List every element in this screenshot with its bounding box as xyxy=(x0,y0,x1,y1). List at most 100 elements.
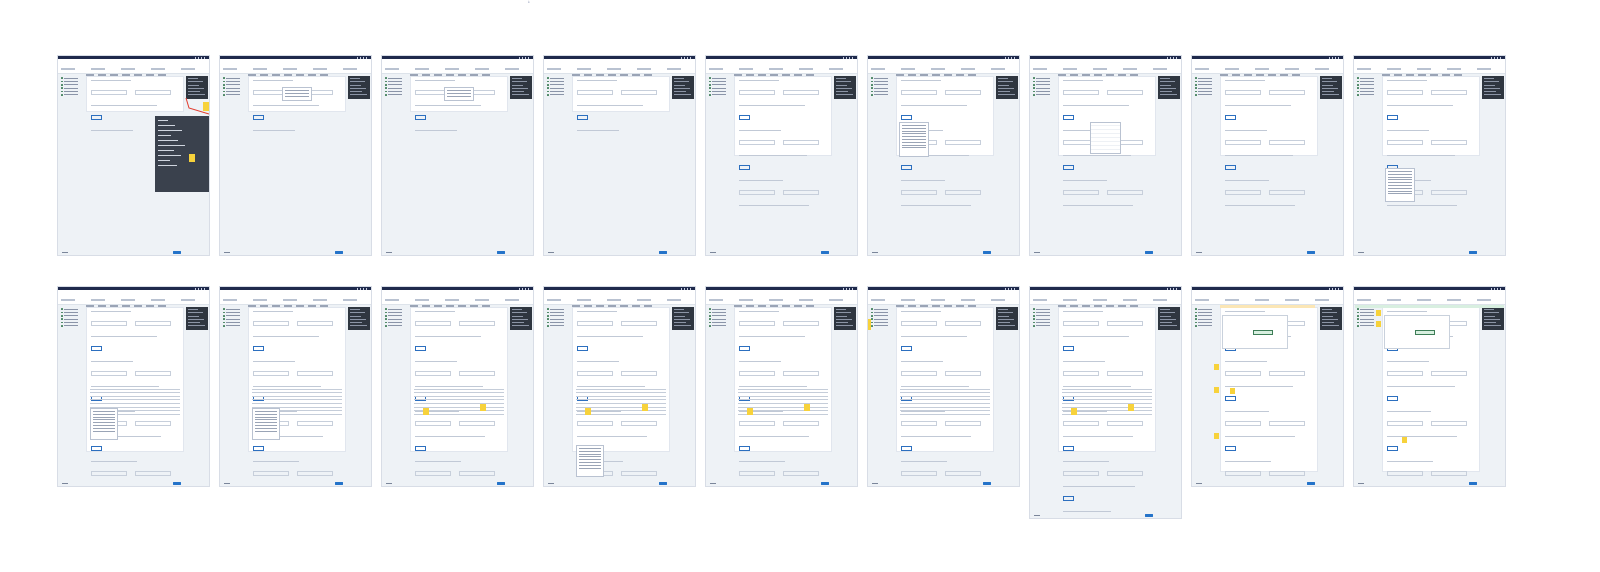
form-button[interactable] xyxy=(1225,115,1236,120)
sidebar-item[interactable] xyxy=(1033,311,1057,314)
form-button[interactable] xyxy=(415,346,426,351)
next-button[interactable] xyxy=(1469,251,1477,254)
dropdown-option[interactable] xyxy=(902,130,926,132)
form-button[interactable] xyxy=(91,115,102,120)
dropdown-option[interactable] xyxy=(1388,176,1412,178)
sidebar-item[interactable] xyxy=(1357,77,1381,79)
form-button[interactable] xyxy=(577,115,588,120)
form-input[interactable] xyxy=(297,371,333,376)
form-input[interactable] xyxy=(91,90,127,95)
sidebar-item[interactable] xyxy=(223,77,247,79)
dropdown-option[interactable] xyxy=(447,90,471,91)
dropdown-menu[interactable] xyxy=(90,408,118,440)
sidebar-item[interactable] xyxy=(709,90,733,93)
sidebar-item[interactable] xyxy=(223,80,247,83)
footer-back-link[interactable] xyxy=(386,252,392,253)
form-input[interactable] xyxy=(901,321,937,326)
footer-back-link[interactable] xyxy=(224,483,230,484)
form-input[interactable] xyxy=(297,471,333,476)
sidebar-item[interactable] xyxy=(547,87,571,89)
sidebar-item[interactable] xyxy=(709,80,733,83)
dropdown-option[interactable] xyxy=(902,141,926,143)
form-input[interactable] xyxy=(577,321,613,326)
sidebar-item[interactable] xyxy=(61,314,85,317)
footer-back-link[interactable] xyxy=(710,252,716,253)
sidebar-item[interactable] xyxy=(61,321,85,324)
sidebar-item[interactable] xyxy=(1357,94,1381,96)
sidebar-item[interactable] xyxy=(871,325,895,327)
dropdown-option[interactable] xyxy=(93,413,115,415)
dropdown-option[interactable] xyxy=(579,464,601,466)
form-input[interactable] xyxy=(135,90,171,95)
form-input[interactable] xyxy=(1431,90,1467,95)
sidebar-item[interactable] xyxy=(1195,308,1219,310)
form-button[interactable] xyxy=(415,115,426,120)
next-button[interactable] xyxy=(1145,514,1153,517)
next-button[interactable] xyxy=(1469,482,1477,485)
form-button[interactable] xyxy=(739,115,750,120)
footer-back-link[interactable] xyxy=(872,483,878,484)
sidebar-item[interactable] xyxy=(871,87,895,89)
sidebar-item[interactable] xyxy=(223,87,247,89)
sidebar-item[interactable] xyxy=(223,308,247,310)
sidebar-item[interactable] xyxy=(61,311,85,314)
dropdown-option[interactable] xyxy=(579,461,601,463)
form-input[interactable] xyxy=(945,371,981,376)
form-input[interactable] xyxy=(297,421,333,426)
form-input[interactable] xyxy=(297,321,333,326)
sidebar-item[interactable] xyxy=(547,80,571,83)
next-button[interactable] xyxy=(983,482,991,485)
next-button[interactable] xyxy=(173,251,181,254)
dropdown-option[interactable] xyxy=(285,90,309,91)
next-button[interactable] xyxy=(1145,251,1153,254)
sidebar-item[interactable] xyxy=(1357,90,1381,93)
footer-back-link[interactable] xyxy=(1034,252,1040,253)
form-input[interactable] xyxy=(1431,140,1467,145)
sidebar-item[interactable] xyxy=(223,94,247,96)
sidebar-item[interactable] xyxy=(709,94,733,96)
form-button[interactable] xyxy=(1225,446,1236,451)
form-input[interactable] xyxy=(1269,90,1305,95)
form-input[interactable] xyxy=(783,371,819,376)
sidebar-item[interactable] xyxy=(385,83,409,86)
sidebar-item[interactable] xyxy=(1357,87,1381,89)
sidebar-item[interactable] xyxy=(385,311,409,314)
sidebar-item[interactable] xyxy=(1033,308,1057,310)
sidebar-item[interactable] xyxy=(61,94,85,96)
dropdown-option[interactable] xyxy=(447,95,471,97)
form-input[interactable] xyxy=(1107,371,1143,376)
sidebar-item[interactable] xyxy=(871,90,895,93)
sidebar-item[interactable] xyxy=(223,83,247,86)
sidebar-item[interactable] xyxy=(223,311,247,314)
form-input[interactable] xyxy=(577,371,613,376)
sidebar-item[interactable] xyxy=(709,77,733,79)
sidebar-item[interactable] xyxy=(709,318,733,320)
sidebar-item[interactable] xyxy=(871,311,895,314)
sidebar-item[interactable] xyxy=(385,314,409,317)
sidebar-item[interactable] xyxy=(61,318,85,320)
form-input[interactable] xyxy=(1225,140,1261,145)
form-input[interactable] xyxy=(621,321,657,326)
sidebar-item[interactable] xyxy=(1195,325,1219,327)
dropdown-menu[interactable] xyxy=(576,445,604,477)
sidebar-item[interactable] xyxy=(1195,83,1219,86)
sidebar-item[interactable] xyxy=(385,325,409,327)
sidebar-item[interactable] xyxy=(223,314,247,317)
form-input[interactable] xyxy=(1269,421,1305,426)
form-input[interactable] xyxy=(415,321,451,326)
sidebar-item[interactable] xyxy=(547,314,571,317)
form-button[interactable] xyxy=(577,346,588,351)
sidebar-item[interactable] xyxy=(871,80,895,83)
form-button[interactable] xyxy=(901,446,912,451)
dropdown-option[interactable] xyxy=(579,450,601,452)
dropdown-menu[interactable] xyxy=(1385,168,1415,202)
dropdown-option[interactable] xyxy=(447,92,471,94)
dropdown-option[interactable] xyxy=(93,424,115,426)
form-input[interactable] xyxy=(1063,471,1099,476)
dropdown-option[interactable] xyxy=(902,127,926,129)
sidebar-item[interactable] xyxy=(1033,90,1057,93)
footer-back-link[interactable] xyxy=(224,252,230,253)
sidebar-item[interactable] xyxy=(1357,83,1381,86)
sidebar-item[interactable] xyxy=(871,318,895,320)
form-input[interactable] xyxy=(1107,90,1143,95)
